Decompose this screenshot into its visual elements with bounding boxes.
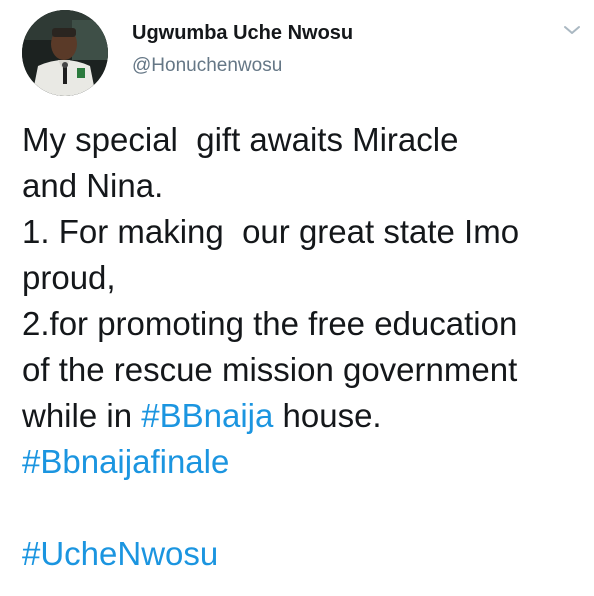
hashtag-bbnaija-link[interactable]: #BBnaija (141, 397, 273, 434)
tweet-line: and Nina. (22, 167, 164, 204)
avatar[interactable] (22, 10, 108, 96)
tweet-card: Ugwumba Uche Nwosu @Honuchenwosu My spec… (0, 0, 594, 596)
hashtag-uchenwosu-link[interactable]: #UcheNwosu (22, 531, 588, 577)
tweet-line: 1. For making our great state Imo (22, 213, 520, 250)
tweet-text: My special gift awaits Miracle and Nina.… (22, 117, 588, 577)
tweet-line-with-hashtag: while in #BBnaija house. (22, 393, 588, 439)
tweet-text-segment: house. (273, 397, 382, 434)
tweet-text-segment: while in (22, 397, 142, 434)
tweet-line: proud, (22, 259, 116, 296)
tweet-line: 2.for promoting the free education (22, 305, 518, 342)
chevron-down-icon[interactable] (562, 22, 582, 38)
author-handle[interactable]: @Honuchenwosu (132, 55, 282, 77)
hashtag-bbnaijafinale-link[interactable]: #Bbnaijafinale (22, 439, 588, 485)
tweet-line: of the rescue mission government (22, 351, 518, 388)
author-name[interactable]: Ugwumba Uche Nwosu (132, 22, 353, 45)
avatar-photo (22, 10, 108, 96)
tweet-line: My special gift awaits Miracle (22, 121, 459, 158)
